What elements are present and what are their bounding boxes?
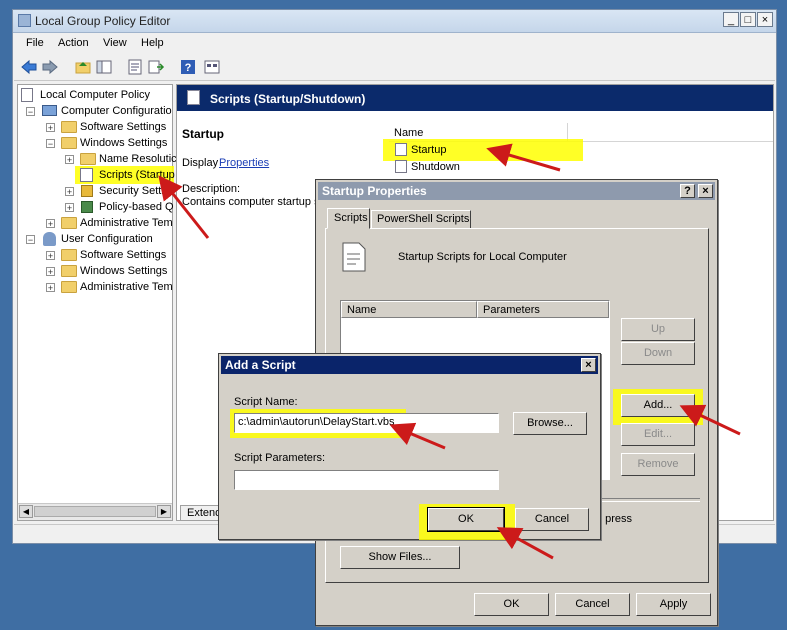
collapse-toggle[interactable]: − bbox=[26, 235, 35, 245]
script-doc-icon bbox=[395, 143, 407, 156]
expand-toggle[interactable]: + bbox=[46, 267, 55, 277]
add-script-dialog: Add a Script × Script Name: c:\admin\aut… bbox=[218, 353, 601, 540]
startup-scripts-heading: Startup Scripts for Local Computer bbox=[398, 251, 567, 263]
apply-button[interactable]: Apply bbox=[636, 593, 711, 616]
menu-bar: File Action View Help bbox=[14, 33, 775, 53]
app-icon bbox=[18, 14, 31, 27]
ok-button[interactable]: OK bbox=[474, 593, 549, 616]
description-label: Description: bbox=[182, 183, 241, 195]
dialog-title: Add a Script bbox=[225, 358, 296, 372]
content-header-bar: Scripts (Startup/Shutdown) bbox=[177, 85, 773, 111]
script-doc-icon bbox=[80, 168, 93, 182]
folder-icon bbox=[61, 249, 77, 261]
menu-action[interactable]: Action bbox=[58, 37, 89, 49]
cancel-button[interactable]: Cancel bbox=[515, 508, 589, 531]
menu-file[interactable]: File bbox=[26, 37, 44, 49]
close-button[interactable]: × bbox=[757, 12, 773, 27]
folder-icon bbox=[61, 217, 77, 229]
minimize-button[interactable]: _ bbox=[723, 12, 739, 27]
expand-toggle[interactable]: + bbox=[46, 123, 55, 133]
browse-button[interactable]: Browse... bbox=[513, 412, 587, 435]
expand-toggle[interactable]: + bbox=[65, 203, 74, 213]
folder-icon bbox=[61, 265, 77, 277]
window-title: Local Group Policy Editor bbox=[35, 14, 171, 28]
expand-toggle[interactable]: + bbox=[65, 187, 74, 197]
user-icon bbox=[43, 232, 56, 246]
folder-icon bbox=[61, 137, 77, 149]
script-header-icon bbox=[187, 90, 200, 105]
folder-icon bbox=[80, 153, 96, 165]
menu-help[interactable]: Help bbox=[141, 37, 164, 49]
tab-scripts[interactable]: Scripts bbox=[327, 208, 370, 229]
filter-icon[interactable] bbox=[203, 58, 221, 76]
script-doc-large-icon bbox=[342, 242, 366, 272]
tree-horizontal-scrollbar[interactable]: ◀ ▶ bbox=[18, 503, 172, 520]
description-text: Contains computer startup s bbox=[182, 196, 320, 208]
expand-toggle[interactable]: + bbox=[46, 283, 55, 293]
expand-toggle[interactable]: + bbox=[46, 219, 55, 229]
script-parameters-label: Script Parameters: bbox=[234, 452, 326, 464]
ok-button[interactable]: OK bbox=[427, 507, 505, 532]
expand-toggle[interactable]: + bbox=[46, 251, 55, 261]
column-header-name[interactable]: Name bbox=[394, 127, 423, 139]
script-doc-icon bbox=[395, 160, 407, 173]
show-files-button[interactable]: Show Files... bbox=[340, 546, 460, 569]
maximize-button[interactable]: □ bbox=[740, 12, 756, 27]
tree-panel[interactable]: Local Computer Policy − Computer Configu… bbox=[17, 84, 177, 521]
up-button[interactable]: Up bbox=[621, 318, 695, 341]
content-header-title: Scripts (Startup/Shutdown) bbox=[210, 92, 366, 106]
scroll-right-arrow-icon[interactable]: ▶ bbox=[157, 505, 171, 518]
main-title-bar[interactable]: Local Group Policy Editor _ □ × bbox=[13, 10, 776, 33]
svg-text:?: ? bbox=[185, 62, 192, 74]
scroll-thumb[interactable] bbox=[34, 506, 156, 517]
policy-doc-icon bbox=[21, 88, 33, 102]
toolbar: ? bbox=[14, 54, 775, 81]
up-folder-icon[interactable] bbox=[74, 58, 92, 76]
help-button[interactable]: ? bbox=[680, 184, 695, 198]
cancel-button[interactable]: Cancel bbox=[555, 593, 630, 616]
scroll-left-arrow-icon[interactable]: ◀ bbox=[19, 505, 33, 518]
add-script-title-bar[interactable]: Add a Script × bbox=[221, 356, 598, 374]
instruction-text-partial: , press bbox=[599, 513, 633, 525]
folder-icon bbox=[61, 121, 77, 133]
script-name-input[interactable]: c:\admin\autorun\DelayStart.vbs bbox=[234, 413, 499, 433]
script-parameters-input[interactable] bbox=[234, 470, 499, 490]
down-button[interactable]: Down bbox=[621, 342, 695, 365]
expand-toggle[interactable]: + bbox=[65, 155, 74, 165]
properties-icon[interactable] bbox=[126, 58, 144, 76]
close-button[interactable]: × bbox=[698, 184, 713, 198]
display-label: Display bbox=[182, 157, 219, 169]
security-lock-icon bbox=[81, 185, 93, 197]
menu-view[interactable]: View bbox=[103, 37, 127, 49]
list-column-header-name[interactable]: Name bbox=[341, 301, 477, 318]
export-list-icon[interactable] bbox=[147, 58, 165, 76]
list-column-header-parameters[interactable]: Parameters bbox=[477, 301, 609, 318]
startup-properties-title-bar[interactable]: Startup Properties ? × bbox=[318, 182, 715, 200]
dialog-title: Startup Properties bbox=[322, 184, 427, 198]
computer-icon bbox=[42, 105, 57, 116]
back-arrow-icon[interactable] bbox=[20, 58, 38, 76]
edit-button[interactable]: Edit... bbox=[621, 423, 695, 446]
qos-chart-icon bbox=[81, 201, 93, 213]
help-icon[interactable]: ? bbox=[179, 58, 197, 76]
properties-link[interactable]: Properties bbox=[219, 157, 269, 169]
folder-icon bbox=[61, 281, 77, 293]
section-title: Startup bbox=[182, 127, 224, 141]
close-button[interactable]: × bbox=[581, 358, 596, 372]
collapse-toggle[interactable]: − bbox=[46, 139, 55, 149]
script-name-label: Script Name: bbox=[234, 396, 298, 408]
forward-arrow-icon[interactable] bbox=[41, 58, 59, 76]
show-hide-tree-icon[interactable] bbox=[95, 58, 113, 76]
collapse-toggle[interactable]: − bbox=[26, 107, 35, 117]
remove-button[interactable]: Remove bbox=[621, 453, 695, 476]
add-button[interactable]: Add... bbox=[621, 394, 695, 417]
tab-powershell-scripts[interactable]: PowerShell Scripts bbox=[371, 210, 471, 229]
